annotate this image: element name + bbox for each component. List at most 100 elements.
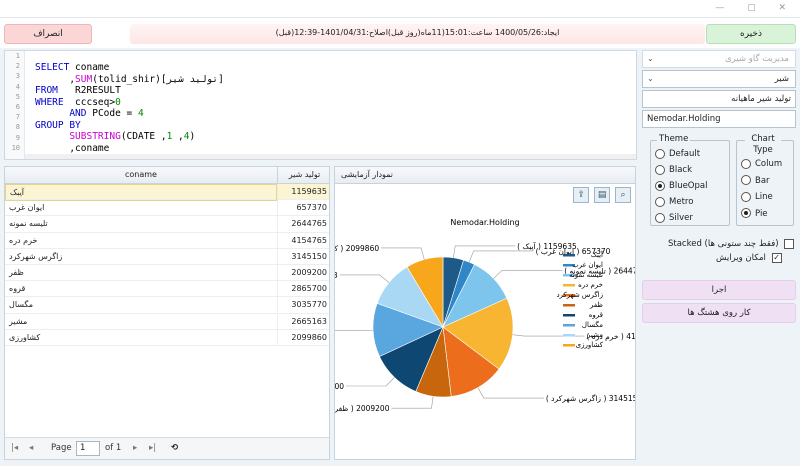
legend-entry[interactable]: زاگرس شهرکرد <box>556 290 603 299</box>
sql-code[interactable]: SELECT coname ,SUM(tolid_shir)[تولید شیر… <box>35 62 224 154</box>
cell-coname[interactable]: قروه <box>5 281 277 296</box>
cancel-button[interactable]: انصراف <box>4 24 92 44</box>
edit-enabled-checkbox[interactable]: امکان ویرایش ✓ <box>716 252 782 264</box>
cell-coname[interactable]: مشیر <box>5 314 277 329</box>
code-line[interactable]: WHERE cccseq>0 <box>35 97 224 109</box>
cell-milk[interactable]: 3035770 <box>277 297 331 313</box>
sql-editor[interactable]: 1 2 3 4 5 6 7 8 9 10 SELECT coname ,SUM(tolid_shi… <box>4 50 637 160</box>
code-line[interactable]: ,SUM(tolid_shir)[تولید شیر] <box>35 74 223 86</box>
editor-horizontal-scrollbar[interactable] <box>25 154 636 159</box>
code-line[interactable]: ,coname <box>35 143 224 155</box>
theme-radio-silver[interactable]: Silver <box>655 211 693 225</box>
first-page-icon[interactable]: |◂ <box>11 443 18 453</box>
refresh-icon[interactable]: ⟲ <box>171 443 178 453</box>
last-page-icon[interactable]: ▸| <box>149 443 156 453</box>
radio-dot[interactable] <box>655 196 665 207</box>
legend-entry[interactable]: مگسال <box>582 320 603 329</box>
theme-radio-metro[interactable]: Metro <box>655 195 693 209</box>
cell-coname[interactable]: زاگرس شهرکرد <box>5 249 277 264</box>
legend-entry[interactable]: خرم دره <box>578 281 603 289</box>
theme-radio-blueopal[interactable]: BlueOpal <box>655 179 707 193</box>
cell-milk[interactable]: 2099860 <box>277 329 331 345</box>
chart-type-radio-line[interactable]: Line <box>741 190 773 204</box>
radio-dot[interactable] <box>741 158 751 169</box>
cell-coname[interactable]: مگسال <box>5 297 277 312</box>
line-number: 3 <box>15 72 20 81</box>
table-row[interactable]: تلیسه نمونه 2644765 <box>5 216 331 233</box>
chart-type-radio-pie[interactable]: Pie <box>741 207 768 221</box>
table-icon[interactable]: ▤ <box>594 187 611 203</box>
cell-milk[interactable]: 657370 <box>277 200 331 216</box>
chart-type-radio-bar[interactable]: Bar <box>741 174 770 188</box>
legend-entry[interactable]: آیبک <box>591 250 604 259</box>
code-line[interactable]: AND PCode = 4 <box>35 108 224 120</box>
zoom-icon[interactable]: ⌕ <box>615 187 631 203</box>
table-row[interactable]: کشاورزی 2099860 <box>5 329 331 346</box>
cell-milk[interactable]: 4154765 <box>277 232 331 248</box>
holding-input[interactable]: Nemodar.Holding <box>642 110 796 128</box>
cell-milk[interactable]: 3145150 <box>277 248 331 264</box>
table-row[interactable]: ظفر 2009200 <box>5 264 331 282</box>
legend-entry[interactable]: مشیر <box>586 331 603 339</box>
window-titlebar: — ▢ ✕ <box>0 0 800 18</box>
table-row[interactable]: زاگرس شهرکرد 3145150 <box>5 248 331 265</box>
legend-entry[interactable]: ظفر <box>589 301 603 309</box>
theme-radio-default[interactable]: Default <box>655 147 700 161</box>
cell-coname[interactable]: ایوان غرب <box>5 200 277 215</box>
cell-milk[interactable]: 2009200 <box>277 264 331 280</box>
next-page-icon[interactable]: ▸ <box>133 443 137 453</box>
stacked-checkbox-box[interactable] <box>784 238 795 249</box>
line-number: 1 <box>15 52 20 60</box>
code-line[interactable]: SELECT coname <box>35 62 224 74</box>
radio-dot[interactable] <box>741 175 751 185</box>
page-number-input[interactable]: 1 <box>76 441 100 456</box>
cell-milk[interactable]: 2644765 <box>277 216 331 232</box>
chart-title-input[interactable]: تولید شیر ماهیانه <box>642 90 796 108</box>
pie-label-leader <box>391 396 434 409</box>
cell-milk[interactable]: 2865700 <box>277 281 331 297</box>
pie-label-leader <box>335 329 374 331</box>
radio-dot[interactable] <box>655 164 665 175</box>
radio-dot[interactable] <box>655 180 665 191</box>
radio-dot[interactable] <box>741 208 751 218</box>
export-icon[interactable]: ⇪ <box>573 187 590 203</box>
legend-entry[interactable]: قروه <box>589 311 603 319</box>
table-row[interactable]: خرم دره 4154765 <box>5 232 331 249</box>
stacked-checkbox[interactable]: Stacked (فقط چند ستونی ها) <box>668 238 795 250</box>
code-line[interactable]: FROM R2RESULT <box>35 85 224 97</box>
window-controls[interactable]: — ▢ ✕ <box>715 3 796 13</box>
code-line[interactable]: SUBSTRING(CDATE ,1 ,4) <box>35 131 224 143</box>
cell-coname[interactable]: خرم دره <box>5 233 277 248</box>
radio-dot[interactable] <box>655 212 665 223</box>
pie-data-label: ( قروه ) 2865700 <box>335 382 344 391</box>
hashtag-button[interactable]: کار روی هشتگ ها <box>642 303 796 323</box>
table-row[interactable]: آیبک 1159635 <box>5 184 331 201</box>
table-row[interactable]: قروه 2865700 <box>5 281 331 298</box>
legend-entry[interactable]: ایوان غرب <box>572 261 603 269</box>
chart-type-radio-colum[interactable]: Colum <box>741 157 782 171</box>
cell-milk[interactable]: 2665163 <box>277 313 331 329</box>
save-button[interactable]: ذخیره <box>706 24 796 44</box>
column-header-coname[interactable]: coname <box>5 167 277 183</box>
cell-coname[interactable]: کشاورزی <box>5 330 277 345</box>
theme-radio-black[interactable]: Black <box>655 163 692 177</box>
code-line[interactable]: GROUP BY <box>35 120 224 132</box>
cell-coname[interactable]: آیبک <box>5 184 277 201</box>
table-row[interactable]: مگسال 3035770 <box>5 297 331 314</box>
column-header-milk[interactable]: تولید شیر <box>277 167 331 183</box>
radio-dot[interactable] <box>655 148 665 159</box>
run-button[interactable]: اجرا <box>642 280 796 300</box>
table-row[interactable]: ایوان غرب 657370 <box>5 200 331 217</box>
category-dropdown[interactable]: ⌄ مدیریت گاو شیری <box>642 50 796 68</box>
legend-entry[interactable]: کشاورزی <box>576 341 604 349</box>
prev-page-icon[interactable]: ◂ <box>29 443 33 453</box>
table-row[interactable]: مشیر 2665163 <box>5 313 331 330</box>
cell-coname[interactable]: تلیسه نمونه <box>5 216 277 231</box>
type-dropdown[interactable]: ⌄ شیر <box>642 70 796 88</box>
cell-milk[interactable]: 1159635 <box>277 184 331 199</box>
radio-dot[interactable] <box>741 191 751 202</box>
grid-pager: |◂ ◂ Page 1 of 1 ▸ ▸| ⟲ <box>5 437 329 459</box>
cell-coname[interactable]: ظفر <box>5 265 277 280</box>
edit-checkbox-box[interactable]: ✓ <box>771 252 782 263</box>
legend-entry[interactable]: تلیسه نمونه <box>569 271 603 279</box>
